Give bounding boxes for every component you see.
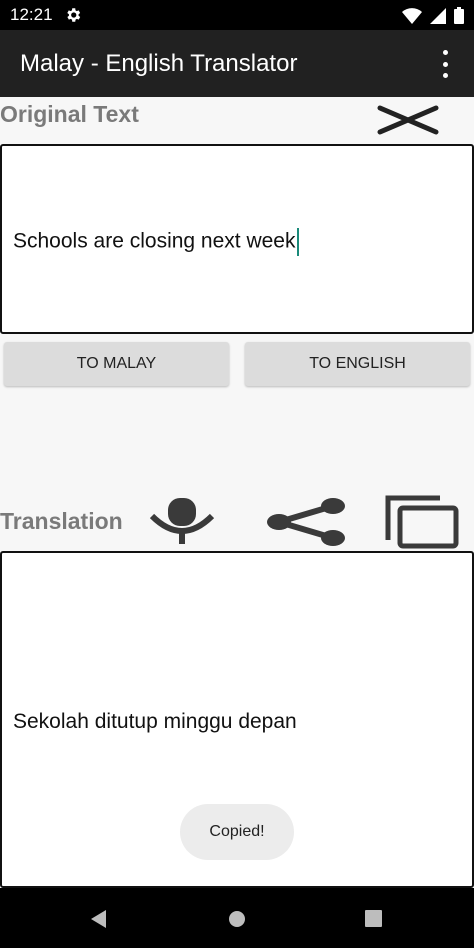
speak-icon[interactable] [149, 496, 215, 551]
original-text-label: Original Text [0, 101, 139, 127]
status-time: 12:21 [10, 5, 53, 24]
recents-icon[interactable] [365, 910, 382, 932]
original-text-value: Schools are closing next week [13, 229, 296, 253]
copied-toast: Copied! [180, 804, 294, 860]
overflow-menu-icon[interactable] [434, 50, 456, 78]
original-text-input[interactable]: Schools are closing next week [0, 144, 474, 334]
to-english-button[interactable]: TO ENGLISH [245, 342, 470, 386]
home-icon[interactable] [228, 910, 246, 933]
share-icon[interactable] [265, 496, 349, 553]
app-title: Malay - English Translator [20, 50, 298, 77]
translation-text-value: Sekolah ditutup minggu depan [13, 710, 297, 733]
settings-gear-icon [64, 6, 82, 29]
app-bar: Malay - English Translator [0, 30, 474, 97]
battery-icon [454, 7, 464, 29]
text-cursor [296, 228, 299, 256]
translation-label: Translation [0, 508, 123, 534]
wifi-icon [402, 7, 422, 29]
clear-icon[interactable] [376, 104, 440, 141]
back-icon[interactable] [89, 909, 107, 934]
copy-icon[interactable] [384, 494, 460, 555]
to-malay-button[interactable]: TO MALAY [4, 342, 229, 386]
signal-icon [430, 7, 446, 29]
status-bar: 12:21 [0, 0, 474, 30]
navigation-bar [0, 888, 474, 948]
